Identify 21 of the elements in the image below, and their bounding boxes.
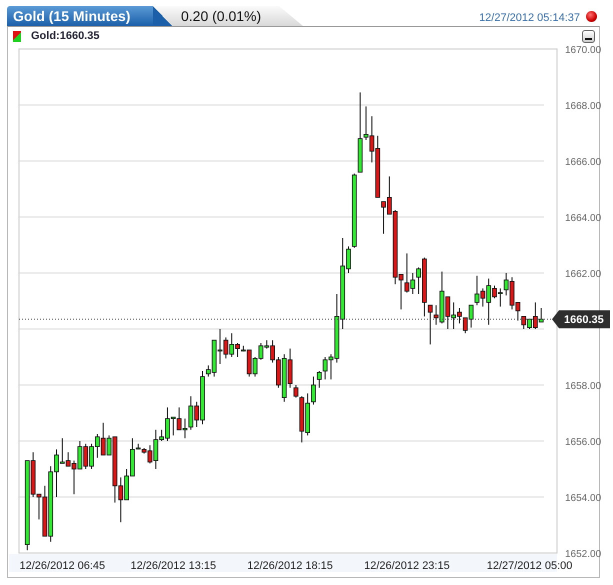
- y-axis-label: 1668.00: [565, 101, 602, 112]
- y-axis-label: 1654.00: [565, 493, 602, 504]
- y-axis-label: 1664.00: [565, 213, 602, 224]
- y-axis-label: 1662.00: [565, 269, 602, 280]
- y-axis-label: 1652.00: [565, 549, 602, 560]
- minimize-button[interactable]: [582, 30, 595, 42]
- x-axis-label: 12/26/2012 18:15: [247, 560, 333, 572]
- y-axis-label: 1666.00: [565, 157, 602, 168]
- ref-line-label: 1660.35: [564, 314, 604, 326]
- legend-icon: [13, 30, 21, 42]
- x-axis-label: 12/26/2012 06:45: [20, 560, 106, 572]
- y-axis-label: 1658.00: [565, 381, 602, 392]
- legend-label: Gold:1660.35: [31, 30, 100, 42]
- x-axis-label: 12/26/2012 13:15: [130, 560, 216, 572]
- chart-title-tab[interactable]: Gold (15 Minutes): [7, 6, 153, 26]
- x-axis-label: 12/26/2012 23:15: [364, 560, 450, 572]
- y-axis-label: 1656.00: [565, 437, 602, 448]
- x-axis-label: 12/27/2012 05:00: [486, 560, 572, 572]
- status-dot-icon: [586, 11, 597, 22]
- y-axis-label: 1670.00: [565, 45, 602, 56]
- timestamp: 12/27/2012 05:14:37: [479, 12, 580, 24]
